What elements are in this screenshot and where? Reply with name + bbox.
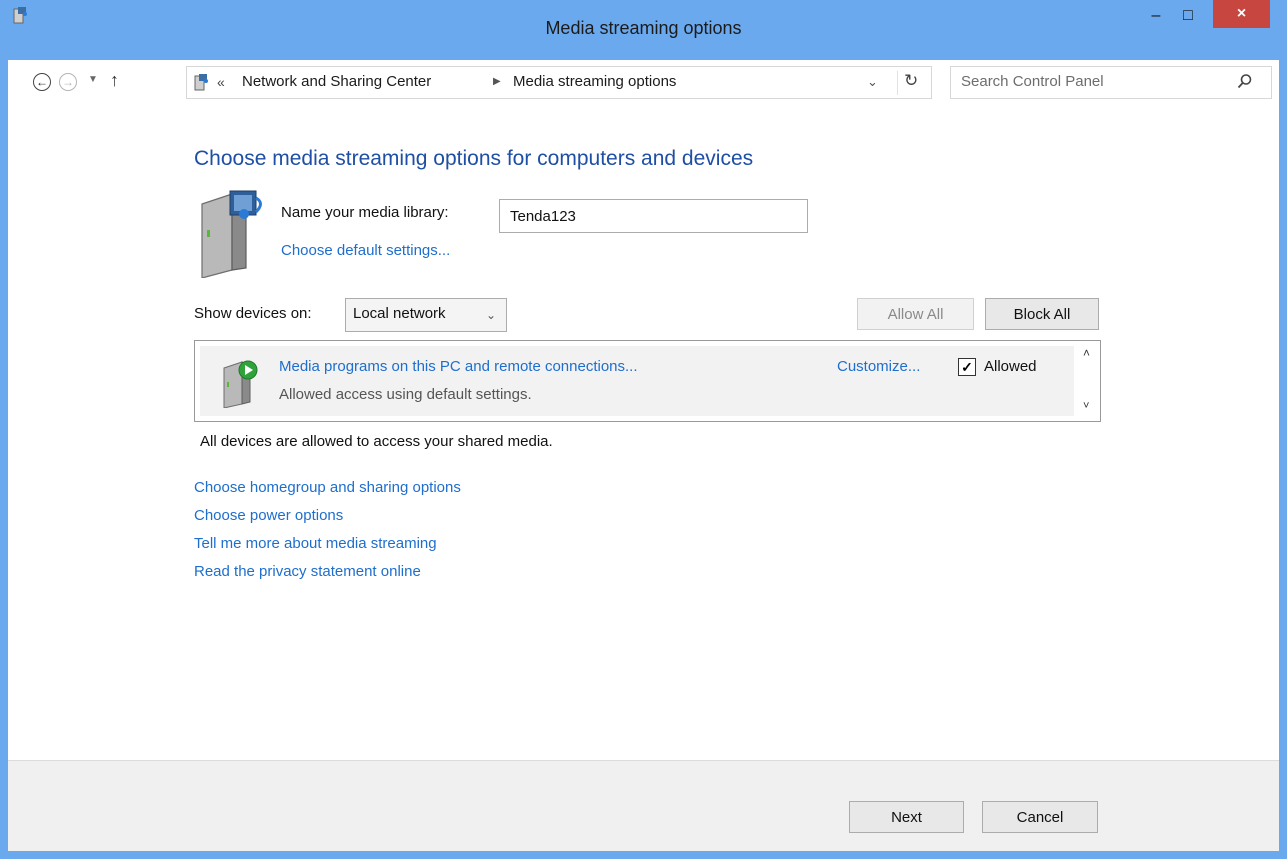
media-device-icon [223, 360, 258, 408]
homegroup-sharing-link[interactable]: Choose homegroup and sharing options [194, 474, 461, 502]
breadcrumb-network-sharing[interactable]: Network and Sharing Center [242, 73, 431, 90]
breadcrumb-media-streaming[interactable]: Media streaming options [513, 73, 676, 90]
show-devices-label: Show devices on: [194, 305, 312, 322]
power-options-link[interactable]: Choose power options [194, 502, 461, 530]
search-icon[interactable] [1237, 73, 1253, 89]
search-box[interactable]: Search Control Panel [950, 66, 1272, 99]
show-devices-value: Local network [353, 305, 446, 322]
cancel-button[interactable]: Cancel [982, 801, 1098, 833]
choose-default-settings-link[interactable]: Choose default settings... [281, 242, 450, 259]
dialog-footer: Next Cancel [8, 760, 1279, 851]
window-title: Media streaming options [545, 18, 742, 38]
library-name-input[interactable] [499, 199, 808, 233]
allow-all-button[interactable]: Allow All [857, 298, 974, 330]
allowed-label[interactable]: Allowed [984, 358, 1037, 375]
title-bar[interactable]: Media streaming options – □ × [0, 0, 1287, 60]
next-button[interactable]: Next [849, 801, 964, 833]
device-name-link[interactable]: Media programs on this PC and remote con… [279, 358, 638, 375]
device-list: Media programs on this PC and remote con… [194, 340, 1101, 422]
block-all-button[interactable]: Block All [985, 298, 1099, 330]
maximize-button[interactable]: □ [1172, 0, 1204, 32]
chevron-down-icon: ⌄ [486, 308, 497, 322]
customize-link[interactable]: Customize... [837, 358, 920, 375]
search-input[interactable]: Search Control Panel [961, 73, 1104, 90]
device-row[interactable]: Media programs on this PC and remote con… [200, 346, 1074, 416]
allowed-checkbox[interactable]: ✓ [958, 358, 976, 376]
access-summary: All devices are allowed to access your s… [200, 433, 553, 450]
breadcrumb-overflow[interactable]: « [217, 74, 225, 90]
window: Media streaming options – □ × ← → ▼ ↑ « … [0, 0, 1287, 859]
device-list-scrollbar[interactable]: ˄ ˅ [1075, 342, 1100, 420]
media-library-icon [201, 190, 262, 278]
page-heading: Choose media streaming options for compu… [194, 147, 754, 170]
media-streaming-help-link[interactable]: Tell me more about media streaming [194, 530, 461, 558]
recent-locations-icon[interactable]: ▼ [88, 74, 98, 85]
main-content: Choose media streaming options for compu… [8, 106, 1279, 760]
scroll-down-icon[interactable]: ˅ [1083, 400, 1089, 412]
device-status: Allowed access using default settings. [279, 386, 532, 403]
forward-button[interactable]: → [59, 73, 77, 91]
address-bar[interactable]: « Network and Sharing Center ▶ Media str… [186, 66, 932, 99]
up-button[interactable]: ↑ [110, 70, 119, 91]
close-button[interactable]: × [1213, 0, 1270, 28]
media-server-icon [194, 74, 208, 91]
minimize-button[interactable]: – [1140, 0, 1172, 32]
navigation-bar: ← → ▼ ↑ « Network and Sharing Center ▶ M… [8, 60, 1279, 106]
library-name-label: Name your media library: [281, 204, 449, 221]
breadcrumb-arrow-icon[interactable]: ▶ [493, 76, 501, 87]
refresh-icon[interactable]: ↻ [897, 71, 918, 95]
back-button[interactable]: ← [33, 73, 51, 91]
related-links: Choose homegroup and sharing options Cho… [194, 474, 461, 586]
address-dropdown-icon[interactable]: ⌄ [867, 74, 878, 90]
scroll-up-icon[interactable]: ˄ [1083, 346, 1090, 360]
show-devices-select[interactable]: Local network ⌄ [345, 298, 507, 332]
privacy-statement-link[interactable]: Read the privacy statement online [194, 558, 461, 586]
